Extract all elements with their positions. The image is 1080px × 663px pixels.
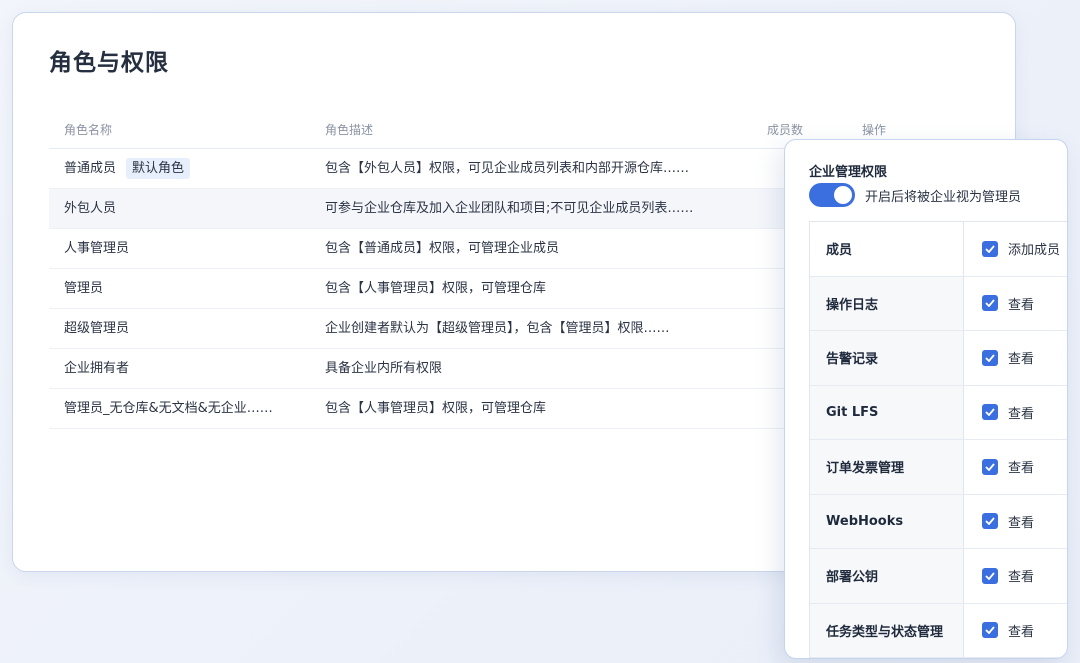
role-description: 包含【外包人员】权限，可见企业成员列表和内部开源仓库……	[325, 161, 690, 176]
permission-row: Git LFS 查看	[810, 385, 1067, 440]
role-name: 普通成员	[64, 161, 117, 176]
permission-row: 部署公钥 查看	[810, 549, 1067, 604]
role-name: 超级管理员	[64, 321, 130, 336]
permission-row: 成员 添加成员	[810, 222, 1067, 277]
role-name: 企业拥有者	[64, 361, 130, 376]
permissions-panel-title: 企业管理权限	[809, 165, 888, 180]
permission-category: 任务类型与状态管理	[810, 603, 964, 657]
permission-label: 查看	[1008, 352, 1035, 368]
permission-option[interactable]: 查看	[982, 495, 1034, 549]
column-header-actions: 操作	[862, 123, 887, 137]
role-name: 人事管理员	[64, 241, 130, 256]
permission-option[interactable]: 查看	[982, 604, 1034, 658]
permission-label: 查看	[1008, 570, 1035, 586]
permission-row: 告警记录 查看	[810, 331, 1067, 386]
permission-category: WebHooks	[810, 494, 964, 548]
checkbox-checked-icon[interactable]	[982, 622, 998, 639]
permission-category: 操作日志	[810, 276, 964, 330]
checkbox-checked-icon[interactable]	[982, 513, 998, 530]
permission-row: WebHooks 查看	[810, 494, 1067, 549]
role-description: 可参与企业仓库及加入企业团队和项目;不可见企业成员列表……	[325, 201, 694, 216]
role-name: 管理员_无仓库&无文档&无企业……	[64, 401, 273, 416]
permission-label: 添加成员	[1008, 243, 1061, 259]
toggle-knob	[834, 186, 852, 204]
permission-category: 订单发票管理	[810, 440, 964, 494]
admin-toggle-label: 开启后将被企业视为管理员	[865, 190, 1022, 205]
role-name: 外包人员	[64, 201, 117, 216]
page-title: 角色与权限	[49, 50, 169, 76]
checkbox-checked-icon[interactable]	[982, 240, 998, 257]
checkbox-checked-icon[interactable]	[982, 404, 998, 421]
permissions-panel: 企业管理权限 开启后将被企业视为管理员 成员 添加成员 操作日志 查看 告警记录…	[784, 139, 1068, 659]
permission-label: 查看	[1008, 406, 1035, 422]
permission-label: 查看	[1008, 461, 1035, 477]
checkbox-checked-icon[interactable]	[982, 567, 998, 584]
checkbox-checked-icon[interactable]	[982, 349, 998, 366]
permission-row: 订单发票管理 查看	[810, 440, 1067, 495]
permission-row: 任务类型与状态管理 查看	[810, 603, 1067, 658]
role-description: 具备企业内所有权限	[325, 361, 443, 376]
column-header-members: 成员数	[767, 123, 804, 137]
permission-category: 成员	[810, 222, 964, 276]
permission-option[interactable]: 查看	[982, 440, 1034, 494]
checkbox-checked-icon[interactable]	[982, 295, 998, 312]
permissions-table: 成员 添加成员 操作日志 查看 告警记录 查看 Git LFS 查看 订单发票管…	[809, 221, 1067, 658]
permission-option[interactable]: 查看	[982, 386, 1034, 440]
permission-option[interactable]: 查看	[982, 277, 1034, 331]
permission-option[interactable]: 查看	[982, 331, 1034, 385]
default-role-badge: 默认角色	[126, 158, 191, 179]
checkbox-checked-icon[interactable]	[982, 458, 998, 475]
role-description: 包含【人事管理员】权限，可管理仓库	[325, 401, 547, 416]
column-header-name: 角色名称	[64, 123, 113, 137]
permission-row: 操作日志 查看	[810, 276, 1067, 331]
column-header-description: 角色描述	[325, 123, 374, 137]
role-description: 包含【普通成员】权限，可管理企业成员	[325, 241, 560, 256]
permission-option[interactable]: 查看	[982, 549, 1034, 603]
admin-toggle[interactable]	[809, 183, 855, 207]
permission-label: 查看	[1008, 297, 1035, 313]
role-name: 管理员	[64, 281, 104, 296]
permission-category: Git LFS	[810, 385, 964, 439]
permission-label: 查看	[1008, 515, 1035, 531]
role-description: 企业创建者默认为【超级管理员】，包含【管理员】权限……	[325, 321, 670, 336]
permission-category: 告警记录	[810, 331, 964, 385]
permission-option[interactable]: 添加成员	[982, 222, 1060, 276]
role-description: 包含【人事管理员】权限，可管理仓库	[325, 281, 547, 296]
permission-label: 查看	[1008, 624, 1035, 640]
permission-category: 部署公钥	[810, 549, 964, 603]
